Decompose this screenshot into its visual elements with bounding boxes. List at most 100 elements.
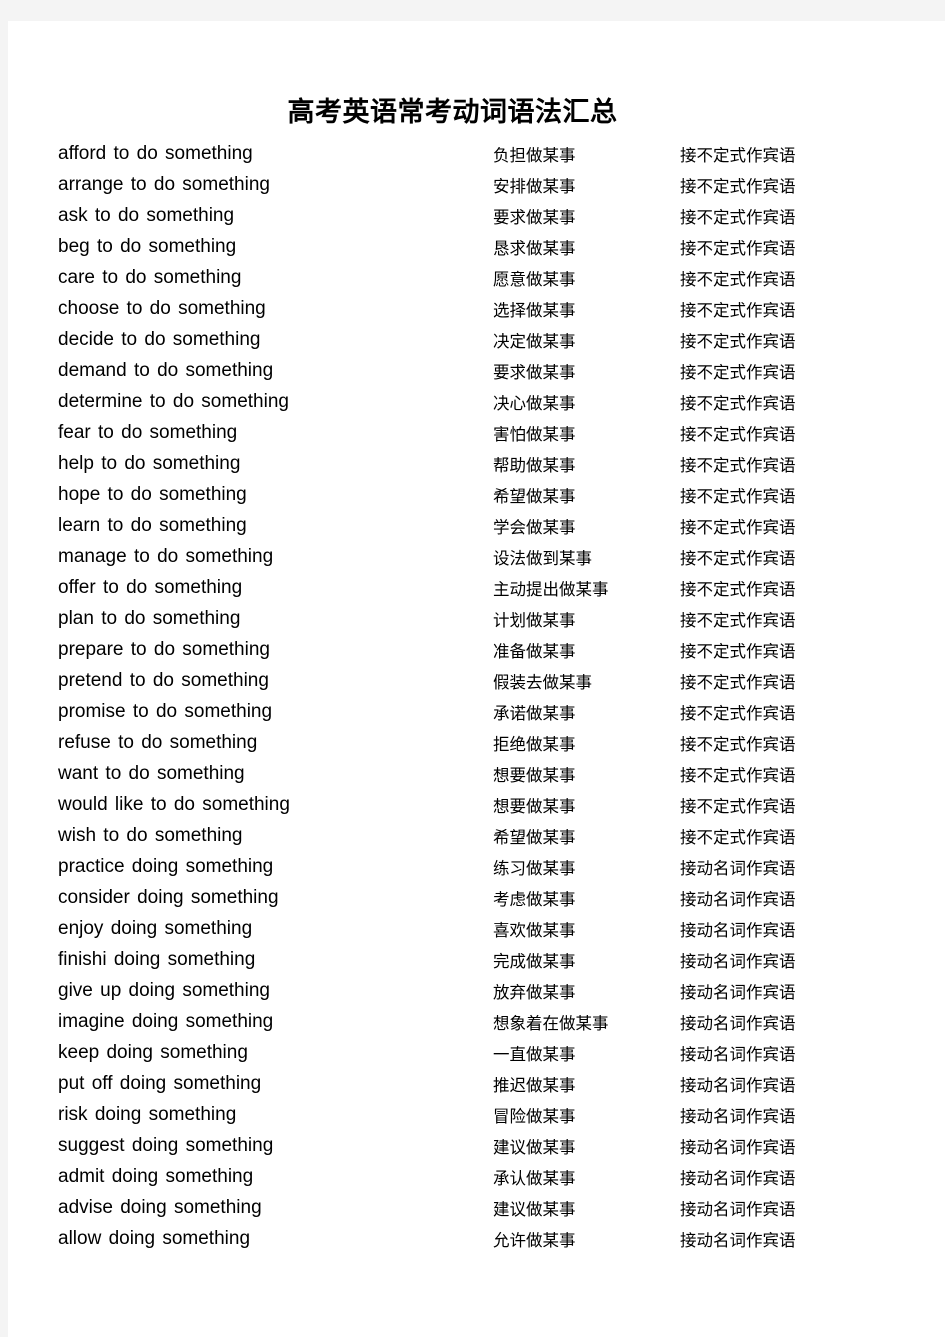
verb-pattern-cell: determine to do something: [58, 390, 289, 412]
table-row: finishi doing something 完成做某事 接动名词作宾语: [56, 944, 876, 975]
chinese-meaning-cell: 建议做某事: [493, 1137, 576, 1157]
chinese-meaning-cell: 完成做某事: [493, 951, 576, 971]
table-row: demand to do something 要求做某事 接不定式作宾语: [56, 355, 876, 386]
page-title: 高考英语常考动词语法汇总: [287, 97, 618, 128]
verb-pattern-cell: learn to do something: [58, 514, 247, 536]
verb-pattern-cell: advise doing something: [58, 1196, 262, 1218]
chinese-meaning-cell: 想要做某事: [493, 796, 576, 816]
verb-pattern-cell: suggest doing something: [58, 1134, 274, 1156]
chinese-meaning-cell: 愿意做某事: [493, 269, 576, 289]
chinese-meaning-cell: 拒绝做某事: [493, 734, 576, 754]
table-row: care to do something 愿意做某事 接不定式作宾语: [56, 262, 876, 293]
chinese-meaning-cell: 建议做某事: [493, 1199, 576, 1219]
table-row: help to do something 帮助做某事 接不定式作宾语: [56, 448, 876, 479]
verb-pattern-cell: hope to do something: [58, 483, 247, 505]
grammar-type-cell: 接不定式作宾语: [680, 238, 796, 258]
table-row: refuse to do something 拒绝做某事 接不定式作宾语: [56, 727, 876, 758]
chinese-meaning-cell: 设法做到某事: [493, 548, 592, 568]
table-row: suggest doing something 建议做某事 接动名词作宾语: [56, 1130, 876, 1161]
chinese-meaning-cell: 计划做某事: [493, 610, 576, 630]
chinese-meaning-cell: 冒险做某事: [493, 1106, 576, 1126]
table-row: hope to do something 希望做某事 接不定式作宾语: [56, 479, 876, 510]
table-row: want to do something 想要做某事 接不定式作宾语: [56, 758, 876, 789]
grammar-type-cell: 接不定式作宾语: [680, 362, 796, 382]
table-row: pretend to do something 假装去做某事 接不定式作宾语: [56, 665, 876, 696]
grammar-type-cell: 接不定式作宾语: [680, 424, 796, 444]
table-row: learn to do something 学会做某事 接不定式作宾语: [56, 510, 876, 541]
verb-pattern-cell: pretend to do something: [58, 669, 269, 691]
grammar-type-cell: 接动名词作宾语: [680, 1199, 796, 1219]
verb-pattern-cell: plan to do something: [58, 607, 241, 629]
chinese-meaning-cell: 假装去做某事: [493, 672, 592, 692]
verb-pattern-cell: promise to do something: [58, 700, 273, 722]
verb-pattern-cell: allow doing something: [58, 1227, 251, 1249]
chinese-meaning-cell: 要求做某事: [493, 207, 576, 227]
verb-pattern-cell: manage to do something: [58, 545, 274, 567]
chinese-meaning-cell: 决心做某事: [493, 393, 576, 413]
table-row: determine to do something 决心做某事 接不定式作宾语: [56, 386, 876, 417]
chinese-meaning-cell: 选择做某事: [493, 300, 576, 320]
grammar-type-cell: 接不定式作宾语: [680, 610, 796, 630]
table-row: enjoy doing something 喜欢做某事 接动名词作宾语: [56, 913, 876, 944]
grammar-type-cell: 接不定式作宾语: [680, 300, 796, 320]
grammar-type-cell: 接动名词作宾语: [680, 1044, 796, 1064]
document-page: 高考英语常考动词语法汇总 afford to do something 负担做某事…: [8, 21, 945, 1337]
grammar-type-cell: 接不定式作宾语: [680, 579, 796, 599]
grammar-type-cell: 接动名词作宾语: [680, 889, 796, 909]
grammar-type-cell: 接不定式作宾语: [680, 827, 796, 847]
chinese-meaning-cell: 希望做某事: [493, 827, 576, 847]
chinese-meaning-cell: 害怕做某事: [493, 424, 576, 444]
grammar-type-cell: 接不定式作宾语: [680, 517, 796, 537]
verb-pattern-cell: demand to do something: [58, 359, 274, 381]
grammar-type-cell: 接动名词作宾语: [680, 1230, 796, 1250]
chinese-meaning-cell: 考虑做某事: [493, 889, 576, 909]
grammar-type-cell: 接不定式作宾语: [680, 796, 796, 816]
verb-pattern-cell: enjoy doing something: [58, 917, 253, 939]
grammar-type-cell: 接动名词作宾语: [680, 982, 796, 1002]
chinese-meaning-cell: 安排做某事: [493, 176, 576, 196]
table-row: manage to do something 设法做到某事 接不定式作宾语: [56, 541, 876, 572]
verb-pattern-cell: beg to do something: [58, 235, 237, 257]
verb-pattern-cell: arrange to do something: [58, 173, 270, 195]
verb-pattern-cell: help to do something: [58, 452, 241, 474]
chinese-meaning-cell: 帮助做某事: [493, 455, 576, 475]
verb-pattern-cell: would like to do something: [58, 793, 290, 815]
table-row: choose to do something 选择做某事 接不定式作宾语: [56, 293, 876, 324]
table-row: prepare to do something 准备做某事 接不定式作宾语: [56, 634, 876, 665]
chinese-meaning-cell: 决定做某事: [493, 331, 576, 351]
verb-pattern-cell: admit doing something: [58, 1165, 254, 1187]
table-row: keep doing something 一直做某事 接动名词作宾语: [56, 1037, 876, 1068]
table-row: wish to do something 希望做某事 接不定式作宾语: [56, 820, 876, 851]
table-row: beg to do something 恳求做某事 接不定式作宾语: [56, 231, 876, 262]
grammar-type-cell: 接动名词作宾语: [680, 858, 796, 878]
verb-grammar-table: afford to do something 负担做某事 接不定式作宾语 arrang…: [56, 138, 876, 1254]
chinese-meaning-cell: 恳求做某事: [493, 238, 576, 258]
grammar-type-cell: 接动名词作宾语: [680, 1013, 796, 1033]
verb-pattern-cell: give up doing something: [58, 979, 270, 1001]
verb-pattern-cell: imagine doing something: [58, 1010, 274, 1032]
verb-pattern-cell: keep doing something: [58, 1041, 248, 1063]
verb-pattern-cell: put off doing something: [58, 1072, 262, 1094]
table-row: would like to do something 想要做某事 接不定式作宾语: [56, 789, 876, 820]
table-row: arrange to do something 安排做某事 接不定式作宾语: [56, 169, 876, 200]
table-row: ask to do something 要求做某事 接不定式作宾语: [56, 200, 876, 231]
grammar-type-cell: 接不定式作宾语: [680, 455, 796, 475]
chinese-meaning-cell: 希望做某事: [493, 486, 576, 506]
verb-pattern-cell: want to do something: [58, 762, 245, 784]
verb-table-body: afford to do something 负担做某事 接不定式作宾语 arrang…: [56, 138, 876, 1254]
chinese-meaning-cell: 练习做某事: [493, 858, 576, 878]
table-row: plan to do something 计划做某事 接不定式作宾语: [56, 603, 876, 634]
verb-pattern-cell: wish to do something: [58, 824, 243, 846]
verb-pattern-cell: practice doing something: [58, 855, 274, 877]
grammar-type-cell: 接不定式作宾语: [680, 145, 796, 165]
chinese-meaning-cell: 一直做某事: [493, 1044, 576, 1064]
verb-pattern-cell: offer to do something: [58, 576, 243, 598]
grammar-type-cell: 接不定式作宾语: [680, 765, 796, 785]
grammar-type-cell: 接不定式作宾语: [680, 331, 796, 351]
chinese-meaning-cell: 想象着在做某事: [493, 1013, 609, 1033]
verb-pattern-cell: ask to do something: [58, 204, 235, 226]
chinese-meaning-cell: 准备做某事: [493, 641, 576, 661]
table-row: risk doing something 冒险做某事 接动名词作宾语: [56, 1099, 876, 1130]
grammar-type-cell: 接不定式作宾语: [680, 703, 796, 723]
grammar-type-cell: 接不定式作宾语: [680, 393, 796, 413]
